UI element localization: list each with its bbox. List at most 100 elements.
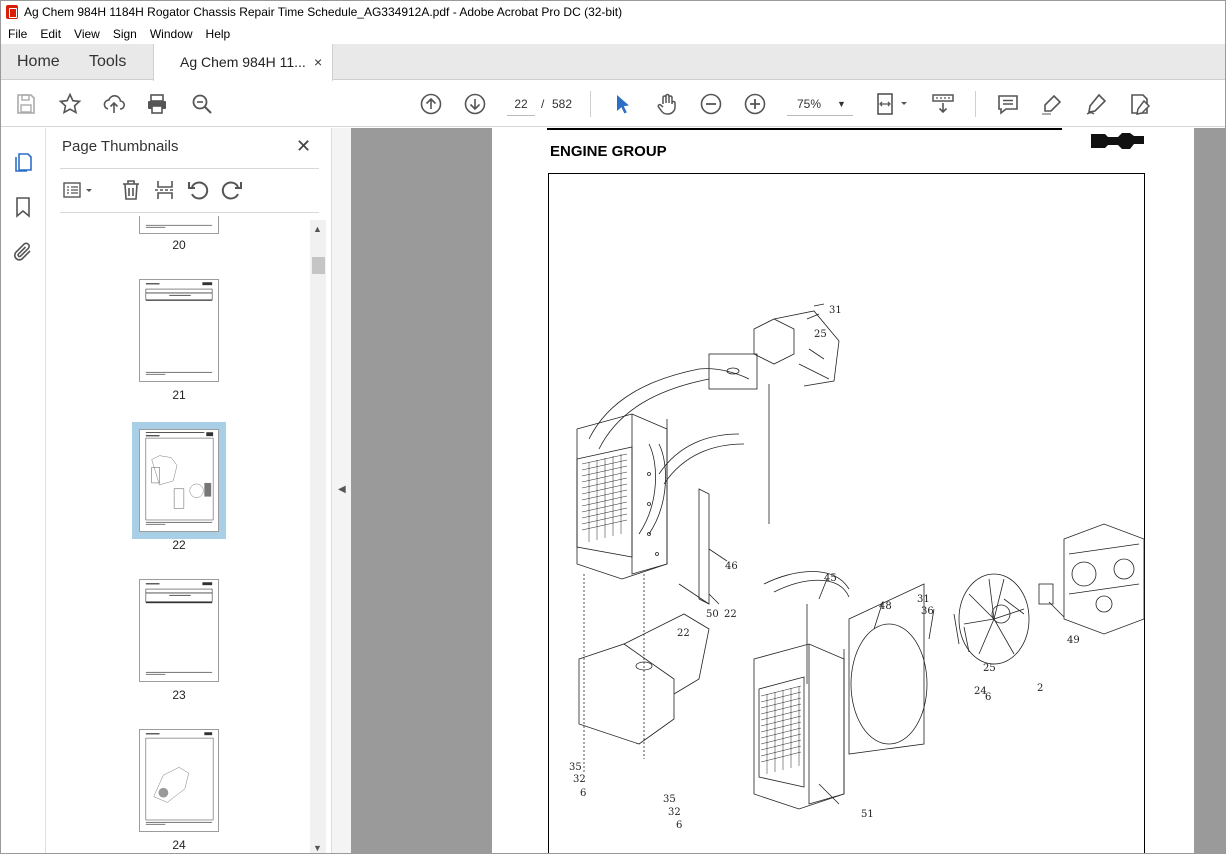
thumbnail-toolbar bbox=[60, 176, 319, 206]
zoom-in-icon[interactable] bbox=[743, 92, 767, 116]
exploded-parts-diagram: 31 25 46 50 22 22 45 48 31 36 49 25 24 6 bbox=[548, 173, 1145, 853]
save-icon[interactable] bbox=[14, 92, 38, 116]
toolbar: 22 / 582 75% ▼ bbox=[1, 81, 1225, 127]
draw-freehand-icon[interactable] bbox=[1084, 92, 1108, 116]
thumbnail-page[interactable] bbox=[139, 279, 219, 382]
close-tab-icon[interactable]: × bbox=[314, 44, 322, 80]
document-tab-label: Ag Chem 984H 11... bbox=[180, 54, 306, 70]
title-bar: Ag Chem 984H 1184H Rogator Chassis Repai… bbox=[1, 1, 1225, 23]
zoom-level-value: 75% bbox=[797, 97, 822, 111]
tab-tools[interactable]: Tools bbox=[89, 44, 126, 80]
close-panel-icon[interactable]: ✕ bbox=[296, 137, 311, 155]
divider bbox=[60, 168, 319, 169]
thumbnail-page[interactable] bbox=[139, 729, 219, 832]
callout-label: 22 bbox=[724, 609, 737, 620]
menu-bar: File Edit View Sign Window Help bbox=[1, 23, 1225, 44]
window-title: Ag Chem 984H 1184H Rogator Chassis Repai… bbox=[24, 5, 623, 19]
menu-window[interactable]: Window bbox=[143, 27, 199, 41]
zoom-out-icon[interactable] bbox=[699, 92, 723, 116]
pdf-page: ENGINE GROUP 31 25 46 50 22 22 45 48 31 … bbox=[492, 128, 1194, 853]
thumbnail-scrollbar[interactable]: ▲ ▼ bbox=[310, 220, 326, 853]
page-heading: ENGINE GROUP bbox=[550, 143, 667, 160]
callout-label: 51 bbox=[861, 809, 874, 820]
highlight-pen-icon[interactable] bbox=[1040, 92, 1064, 116]
callout-label: 32 bbox=[668, 807, 681, 818]
page-thumbnails-icon[interactable] bbox=[11, 149, 35, 173]
divider bbox=[60, 212, 319, 213]
extract-pages-icon[interactable] bbox=[153, 178, 177, 202]
thumbnail-list: 20 21 22 23 24 bbox=[60, 216, 308, 853]
callout-label: 25 bbox=[983, 663, 996, 674]
previous-page-icon[interactable] bbox=[419, 92, 443, 116]
rotate-clockwise-icon[interactable] bbox=[220, 178, 244, 202]
callout-label: 49 bbox=[1067, 635, 1080, 646]
menu-help[interactable]: Help bbox=[199, 27, 237, 41]
hand-pan-icon[interactable] bbox=[655, 92, 679, 116]
rotate-counterclockwise-icon[interactable] bbox=[186, 178, 210, 202]
page-thumbnails-panel: Page Thumbnails ✕ 20 21 22 23 24 ▲ ▼ bbox=[46, 128, 331, 853]
thumbnail-label: 22 bbox=[172, 538, 186, 552]
find-zoom-icon[interactable] bbox=[190, 92, 214, 116]
document-scroll-gutter bbox=[1194, 128, 1225, 853]
menu-sign[interactable]: Sign bbox=[106, 27, 143, 41]
thumbnail-page-selected[interactable] bbox=[139, 429, 219, 532]
tab-home[interactable]: Home bbox=[17, 44, 60, 80]
zoom-level-select[interactable]: 75% ▼ bbox=[787, 92, 853, 116]
callout-label: 50 bbox=[706, 609, 719, 620]
callout-label: 6 bbox=[985, 692, 991, 703]
print-icon[interactable] bbox=[145, 92, 169, 116]
panel-collapse-splitter[interactable]: ◀ bbox=[331, 128, 351, 853]
next-page-icon[interactable] bbox=[463, 92, 487, 116]
scroll-up-icon[interactable]: ▲ bbox=[313, 224, 322, 234]
page-fit-icon[interactable] bbox=[875, 92, 911, 116]
callout-label: 31 bbox=[829, 305, 842, 316]
chevron-down-icon: ▼ bbox=[837, 99, 846, 109]
thumbnail-label: 24 bbox=[172, 838, 186, 852]
callout-label: 2 bbox=[1037, 683, 1043, 694]
star-bookmark-icon[interactable] bbox=[58, 92, 82, 116]
menu-view[interactable]: View bbox=[67, 27, 106, 41]
document-view[interactable]: ENGINE GROUP 31 25 46 50 22 22 45 48 31 … bbox=[351, 128, 1225, 853]
comment-icon[interactable] bbox=[996, 92, 1020, 116]
delete-trash-icon[interactable] bbox=[119, 178, 143, 202]
thumbnail-page[interactable] bbox=[139, 216, 219, 234]
callout-label: 25 bbox=[814, 329, 827, 340]
scrollbar-thumb[interactable] bbox=[312, 257, 325, 274]
scroll-down-icon[interactable]: ▼ bbox=[313, 843, 322, 853]
callout-label: 36 bbox=[921, 606, 934, 617]
engine-cooling-drawing: 31 25 46 50 22 22 45 48 31 36 49 25 24 6 bbox=[569, 303, 1145, 831]
callout-label: 22 bbox=[677, 628, 690, 639]
scroll-mode-icon[interactable] bbox=[931, 92, 955, 116]
tab-bar: Home Tools Ag Chem 984H 11... × bbox=[1, 44, 1225, 81]
thumbnail-label: 23 bbox=[172, 688, 186, 702]
callout-label: 32 bbox=[573, 774, 586, 785]
callout-label: 35 bbox=[569, 762, 582, 773]
menu-file[interactable]: File bbox=[1, 27, 33, 41]
acrobat-window: Ag Chem 984H 1184H Rogator Chassis Repai… bbox=[0, 0, 1226, 854]
attachment-paperclip-icon[interactable] bbox=[11, 240, 35, 264]
thumbnail-label: 20 bbox=[172, 238, 186, 252]
callout-label: 6 bbox=[580, 788, 586, 799]
toolbar-divider bbox=[590, 91, 591, 117]
left-navigation-rail bbox=[1, 128, 46, 853]
callout-label: 6 bbox=[676, 820, 682, 831]
collapse-left-icon[interactable]: ◀ bbox=[338, 484, 346, 495]
thumbnail-page[interactable] bbox=[139, 579, 219, 682]
panel-title: Page Thumbnails bbox=[62, 138, 179, 155]
bookmark-icon[interactable] bbox=[11, 195, 35, 219]
tab-document[interactable]: Ag Chem 984H 11... × bbox=[153, 44, 333, 81]
thumbnail-label: 21 bbox=[172, 388, 186, 402]
acrobat-app-icon bbox=[6, 5, 18, 19]
page-number-input[interactable]: 22 bbox=[507, 92, 535, 116]
select-cursor-icon[interactable] bbox=[611, 92, 635, 116]
upload-share-icon[interactable] bbox=[102, 92, 126, 116]
menu-edit[interactable]: Edit bbox=[33, 27, 67, 41]
options-menu-icon[interactable] bbox=[62, 178, 96, 202]
callout-label: 35 bbox=[663, 794, 676, 805]
wrench-hand-logo-icon bbox=[1091, 133, 1144, 149]
callout-label: 46 bbox=[725, 561, 738, 572]
callout-label: 31 bbox=[917, 594, 930, 605]
page-separator: / bbox=[541, 97, 545, 111]
fill-sign-icon[interactable] bbox=[1128, 92, 1152, 116]
callout-label: 48 bbox=[879, 601, 892, 612]
